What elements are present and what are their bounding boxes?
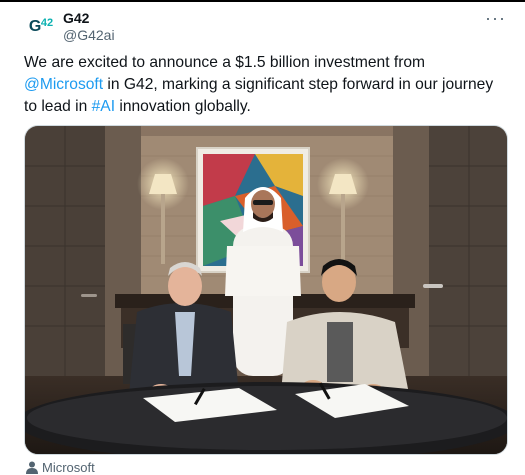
user-handle[interactable]: @G42ai <box>63 26 115 44</box>
tweet-text: We are excited to announce a $1.5 billio… <box>24 52 508 118</box>
tweet-header: G 42 G42 @G42ai ··· <box>24 8 514 44</box>
hashtag-link[interactable]: #AI <box>92 98 115 115</box>
tweet-text-part1: We are excited to announce a $1.5 billio… <box>24 54 426 71</box>
person-icon <box>26 461 38 474</box>
top-divider <box>0 0 525 2</box>
display-name[interactable]: G42 <box>63 10 115 26</box>
author-info: G42 @G42ai <box>63 10 115 44</box>
avatar-letter: G <box>28 18 41 35</box>
signing-ceremony-photo <box>25 126 507 454</box>
avatar-number: 42 <box>40 17 54 29</box>
tagged-user-label[interactable]: Microsoft <box>42 460 95 475</box>
avatar[interactable]: G 42 <box>26 12 56 42</box>
tweet-photo[interactable] <box>24 125 508 455</box>
tagged-users[interactable]: Microsoft <box>26 460 95 475</box>
mention-link[interactable]: @Microsoft <box>24 76 103 93</box>
more-options-icon[interactable]: ··· <box>485 8 506 29</box>
tweet-text-part3: innovation globally. <box>115 98 251 115</box>
